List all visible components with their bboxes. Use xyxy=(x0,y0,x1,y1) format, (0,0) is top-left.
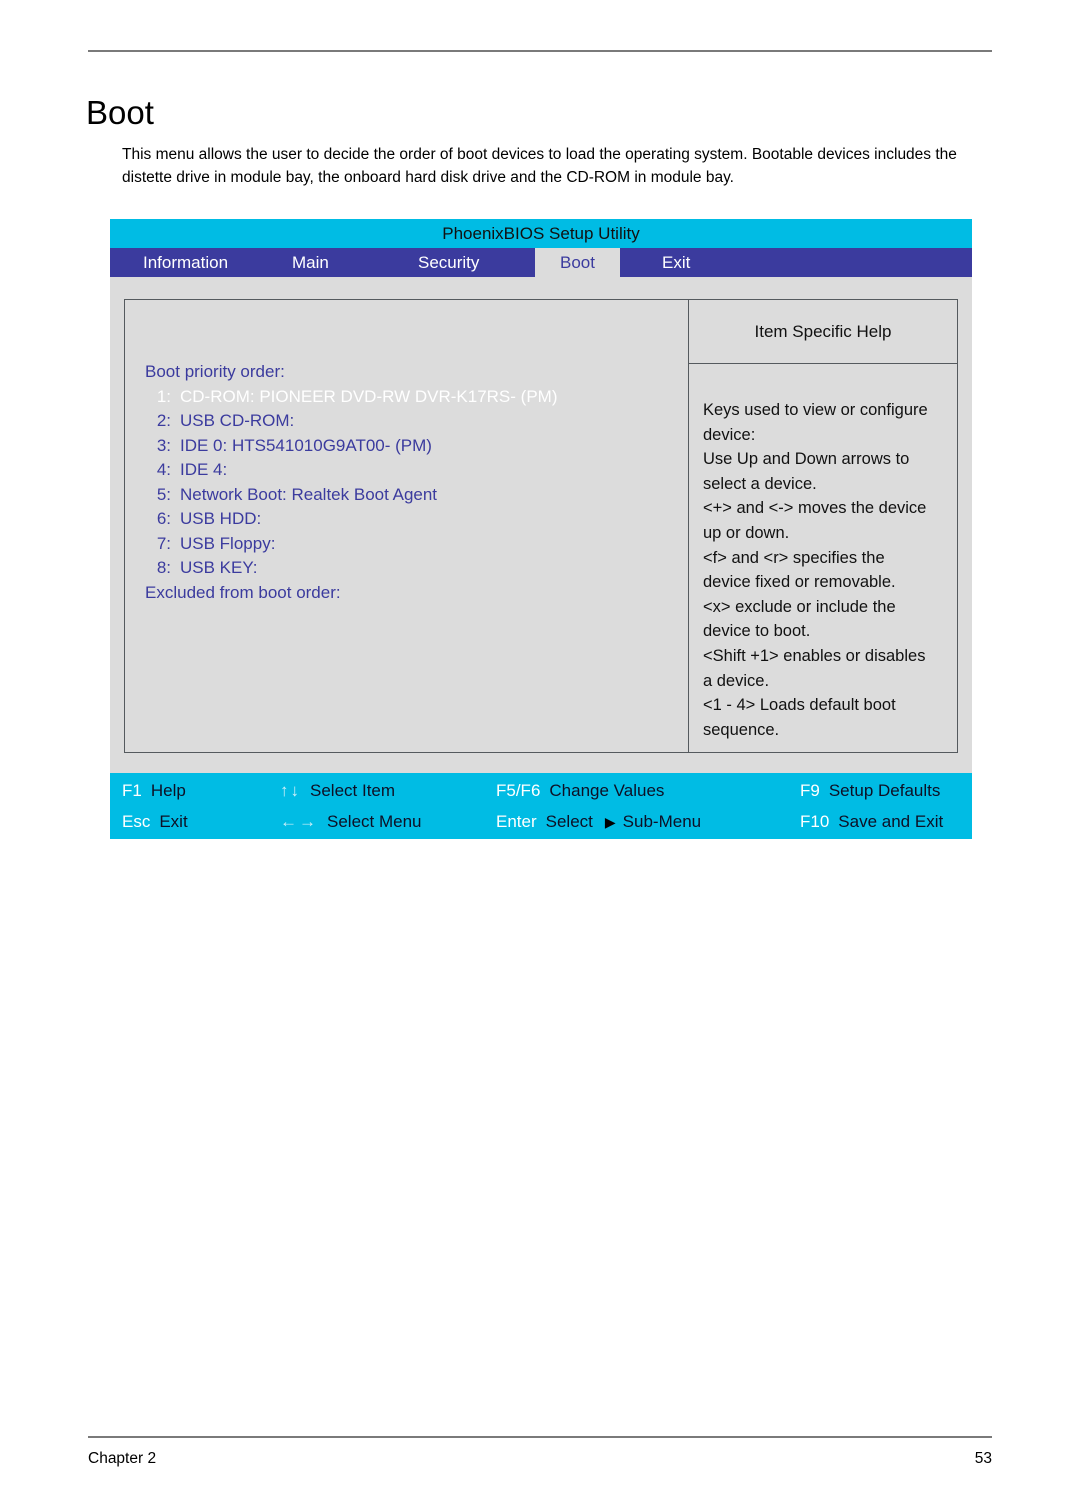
boot-list-item[interactable]: 5: Network Boot: Realtek Boot Agent xyxy=(145,483,688,508)
function-key-row-1: F1 Help ↑↓ Select Item F5/F6 Change Valu… xyxy=(110,775,972,806)
boot-item-number: 6: xyxy=(156,509,171,528)
boot-item-label: CD-ROM: PIONEER DVD-RW DVR-K17RS- (PM) xyxy=(180,386,558,406)
fn-desc-exit: Exit xyxy=(159,811,188,831)
bios-setup-window: PhoenixBIOS Setup Utility Information Ma… xyxy=(110,219,972,840)
fn-key-enter: Enter xyxy=(496,811,537,831)
fn-setup-defaults[interactable]: F9 Setup Defaults xyxy=(800,781,972,801)
page-bottom-rule xyxy=(88,1436,992,1438)
intro-paragraph: This menu allows the user to decide the … xyxy=(122,145,957,186)
tab-main[interactable]: Main xyxy=(260,248,382,277)
boot-priority-list: 1: CD-ROM: PIONEER DVD-RW DVR-K17RS- (PM… xyxy=(145,385,688,581)
boot-list-item[interactable]: 6: USB HDD: xyxy=(145,507,688,532)
bios-function-key-bar: F1 Help ↑↓ Select Item F5/F6 Change Valu… xyxy=(110,773,972,840)
fn-key-f10: F10 xyxy=(800,811,830,831)
tab-boot[interactable]: Boot xyxy=(535,248,620,277)
tab-main-label: Main xyxy=(292,252,329,272)
fn-desc-setup-defaults: Setup Defaults xyxy=(828,780,941,800)
submenu-triangle-icon: ▶ xyxy=(604,813,616,830)
fn-key-f9: F9 xyxy=(800,780,820,800)
boot-priority-order-label: Boot priority order: xyxy=(145,362,285,381)
up-down-arrows-icon: ↑↓ xyxy=(280,780,301,800)
bios-body: Boot priority order: 1: CD-ROM: PIONEER … xyxy=(110,277,972,754)
help-line: <Shift +1> enables or disables xyxy=(703,646,926,665)
boot-item-label: USB HDD: xyxy=(180,509,262,528)
footer-chapter-label: Chapter 2 xyxy=(88,1450,157,1467)
help-line: Use Up and Down arrows to xyxy=(703,450,910,469)
help-line: device: xyxy=(703,425,756,444)
excluded-from-boot-order-label: Excluded from boot order: xyxy=(145,582,341,602)
boot-item-label: USB CD-ROM: xyxy=(180,411,295,430)
help-panel-title: Item Specific Help xyxy=(689,300,957,364)
fn-exit[interactable]: Esc Exit xyxy=(110,812,280,832)
boot-item-label: USB Floppy: xyxy=(180,533,276,553)
boot-item-label: IDE 4: xyxy=(180,460,228,479)
help-line: device fixed or removable. xyxy=(703,573,896,592)
help-line: select a device. xyxy=(703,474,817,493)
fn-desc-help: Help xyxy=(150,780,186,800)
help-line: sequence. xyxy=(703,720,780,739)
boot-item-number: 8: xyxy=(156,558,171,577)
fn-desc-submenu: Sub-Menu xyxy=(622,811,702,831)
boot-list-item[interactable]: 1: CD-ROM: PIONEER DVD-RW DVR-K17RS- (PM… xyxy=(145,385,688,410)
help-line: device to boot. xyxy=(703,622,811,641)
boot-item-number: 4: xyxy=(156,460,171,479)
fn-desc-select: Select xyxy=(545,811,593,831)
bios-title-text: PhoenixBIOS Setup Utility xyxy=(442,223,640,243)
tab-security[interactable]: Security xyxy=(382,248,535,277)
fn-save-and-exit[interactable]: F10 Save and Exit xyxy=(800,812,972,832)
boot-item-number: 7: xyxy=(156,533,171,553)
help-panel-body: Keys used to view or configure device: U… xyxy=(689,364,957,752)
tab-boot-label: Boot xyxy=(560,252,595,272)
help-line: <x> exclude or include the xyxy=(703,597,896,616)
boot-item-label: IDE 0: HTS541010G9AT00- (PM) xyxy=(180,435,432,455)
boot-list-item[interactable]: 3: IDE 0: HTS541010G9AT00- (PM) xyxy=(145,434,688,459)
bios-title-bar: PhoenixBIOS Setup Utility xyxy=(110,219,972,248)
left-right-arrows-icon: ←→ xyxy=(280,811,318,831)
help-line: up or down. xyxy=(703,523,790,542)
fn-desc-select-menu: Select Menu xyxy=(327,811,422,831)
boot-item-number: 2: xyxy=(156,411,171,430)
boot-item-label: Network Boot: Realtek Boot Agent xyxy=(180,484,438,504)
help-line: a device. xyxy=(703,671,770,690)
fn-select-item[interactable]: ↑↓ Select Item xyxy=(280,781,496,801)
tab-information[interactable]: Information xyxy=(110,248,260,277)
bios-panels: Boot priority order: 1: CD-ROM: PIONEER … xyxy=(124,299,958,754)
boot-list-item[interactable]: 8: USB KEY: xyxy=(145,556,688,581)
bios-tab-bar: Information Main Security Boot Exit xyxy=(110,248,972,277)
help-line: <f> and <r> specifies the xyxy=(703,548,885,567)
boot-item-number: 5: xyxy=(156,484,171,504)
fn-key-esc: Esc xyxy=(122,811,151,831)
fn-desc-change-values: Change Values xyxy=(549,780,665,800)
fn-change-values[interactable]: F5/F6 Change Values xyxy=(496,781,800,801)
fn-help[interactable]: F1 Help xyxy=(110,781,280,801)
boot-list-item[interactable]: 7: USB Floppy: xyxy=(145,532,688,557)
tab-exit[interactable]: Exit xyxy=(620,248,740,277)
fn-desc-select-item: Select Item xyxy=(310,780,396,800)
page-title: Boot xyxy=(86,94,154,132)
help-line: <+> and <-> moves the device xyxy=(703,499,927,518)
boot-item-number: 1: xyxy=(156,386,171,406)
function-key-row-2: Esc Exit ←→ Select Menu Enter Select ▶ S… xyxy=(110,806,972,837)
help-line: Keys used to view or configure xyxy=(703,401,928,419)
fn-desc-save-and-exit: Save and Exit xyxy=(838,811,944,831)
fn-select-submenu[interactable]: Enter Select ▶ Sub-Menu xyxy=(496,812,800,832)
fn-key-f5-f6: F5/F6 xyxy=(496,780,541,800)
fn-select-menu[interactable]: ←→ Select Menu xyxy=(280,812,496,832)
tab-exit-label: Exit xyxy=(662,252,691,272)
boot-list-item[interactable]: 2: USB CD-ROM: xyxy=(145,409,688,434)
fn-key-f1: F1 xyxy=(122,780,142,800)
boot-item-number: 3: xyxy=(156,435,171,455)
help-line: <1 - 4> Loads default boot xyxy=(703,696,896,715)
tab-information-label: Information xyxy=(143,252,229,272)
tab-security-label: Security xyxy=(418,252,480,272)
footer-page-number: 53 xyxy=(974,1450,992,1467)
item-specific-help-panel: Item Specific Help Keys used to view or … xyxy=(688,300,957,753)
boot-list-item[interactable]: 4: IDE 4: xyxy=(145,458,688,483)
page-top-rule xyxy=(88,50,992,52)
boot-item-label: USB KEY: xyxy=(180,558,258,577)
boot-order-panel: Boot priority order: 1: CD-ROM: PIONEER … xyxy=(125,300,688,752)
